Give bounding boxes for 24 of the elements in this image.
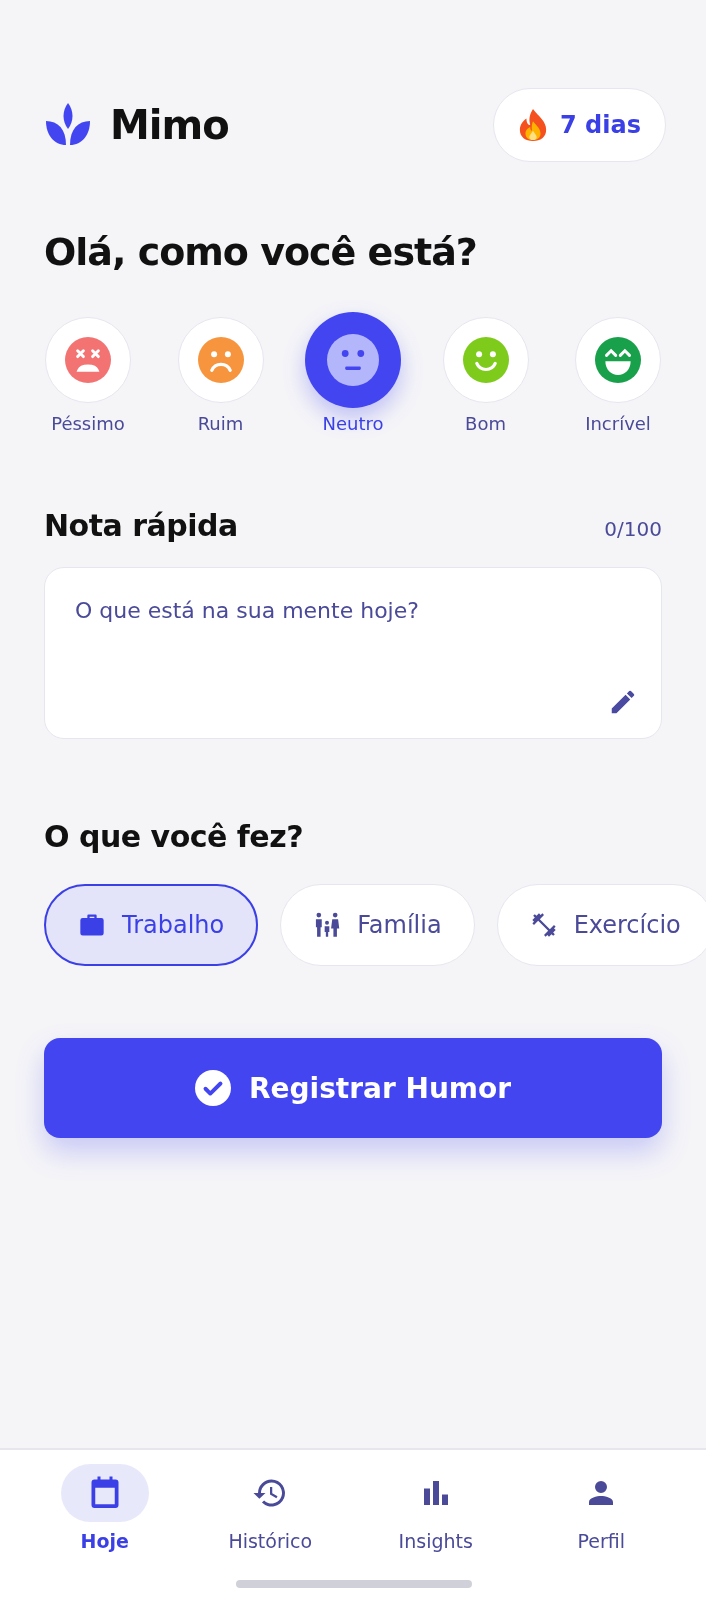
- mood-label: Neutro: [322, 413, 384, 434]
- character-counter: 0/100: [604, 517, 662, 541]
- nav-tab[interactable]: Perfil: [526, 1464, 677, 1560]
- greeting-heading: Olá, como você está?: [44, 230, 478, 274]
- activity-chip[interactable]: Trabalho: [44, 884, 259, 966]
- mood-label: Péssimo: [51, 413, 125, 434]
- activities-heading: O que você fez?: [44, 819, 305, 854]
- family-icon: [313, 911, 342, 939]
- mood-label: Ruim: [197, 413, 244, 434]
- activity-chip[interactable]: Exercício: [496, 884, 706, 966]
- nav-tab[interactable]: Hoje: [29, 1464, 180, 1560]
- mood-label: Incrível: [585, 413, 651, 434]
- check-circle-icon: [194, 1070, 231, 1106]
- note-heading: Nota rápida: [44, 508, 238, 543]
- flame-icon: [518, 108, 549, 142]
- nav-tab[interactable]: Histórico: [195, 1464, 346, 1560]
- streak-badge[interactable]: 7 dias: [493, 88, 666, 162]
- nav-tab[interactable]: Insights: [360, 1464, 511, 1560]
- mood-label: Bom: [465, 413, 506, 434]
- register-mood-button[interactable]: Registrar Humor: [44, 1038, 662, 1138]
- mood-button-selected[interactable]: [305, 312, 401, 408]
- activity-chip[interactable]: Família: [280, 884, 475, 966]
- app-name: Mimo: [110, 102, 229, 148]
- note-field[interactable]: O que está na sua mente hoje?: [44, 567, 662, 739]
